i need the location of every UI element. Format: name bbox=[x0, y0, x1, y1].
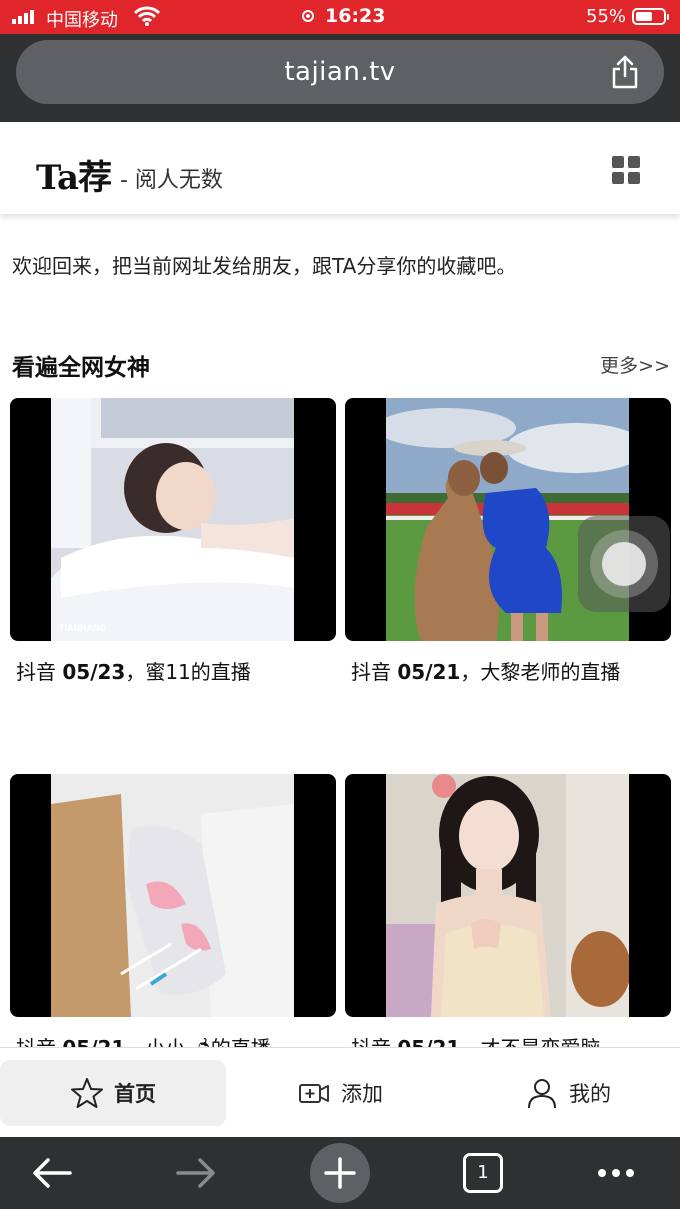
site-logo[interactable]: Ta荐 bbox=[36, 150, 112, 199]
forward-button[interactable] bbox=[170, 1147, 222, 1199]
video-card[interactable]: 抖音 05/21，才不是恋爱脑 bbox=[345, 774, 671, 1060]
share-icon[interactable] bbox=[610, 54, 640, 90]
clock: 16:23 bbox=[325, 5, 386, 27]
screen-recording-icon bbox=[302, 10, 314, 22]
tab-home-label: 首页 bbox=[114, 1082, 156, 1106]
video-thumbnail[interactable] bbox=[10, 774, 336, 1017]
url-text: tajian.tv bbox=[284, 57, 396, 87]
add-video-icon bbox=[299, 1084, 329, 1103]
carrier-name: 中国移动 bbox=[46, 10, 118, 31]
watermark-text: TIANHANG bbox=[59, 623, 107, 633]
section-title: 看遍全网女神 bbox=[12, 355, 150, 381]
forward-arrow-icon bbox=[176, 1158, 215, 1188]
tab-profile-label: 我的 bbox=[569, 1082, 611, 1106]
tab-profile[interactable]: 我的 bbox=[456, 1060, 680, 1126]
welcome-message: 欢迎回来，把当前网址发给朋友，跟TA分享你的收藏吧。 bbox=[12, 254, 517, 278]
assistive-touch-button[interactable] bbox=[578, 516, 670, 612]
more-dots-icon bbox=[598, 1169, 634, 1177]
thumbnail-image bbox=[51, 774, 294, 1017]
plus-icon bbox=[324, 1157, 356, 1189]
star-icon bbox=[71, 1078, 103, 1108]
tabs-count-button[interactable]: 1 bbox=[463, 1153, 503, 1193]
user-icon bbox=[528, 1079, 556, 1109]
more-link[interactable]: 更多>> bbox=[600, 351, 670, 378]
battery-percent: 55% bbox=[586, 6, 627, 27]
back-arrow-icon bbox=[33, 1158, 72, 1188]
tab-home[interactable]: 首页 bbox=[0, 1060, 226, 1126]
back-button[interactable] bbox=[26, 1147, 78, 1199]
tab-add-label: 添加 bbox=[341, 1082, 383, 1106]
wifi-icon bbox=[134, 6, 160, 26]
video-thumbnail[interactable]: TIANHANG bbox=[10, 398, 336, 641]
grid-menu-icon[interactable] bbox=[612, 156, 640, 184]
signal-icon bbox=[12, 10, 34, 24]
video-thumbnail[interactable] bbox=[345, 774, 671, 1017]
app-tab-bar: 首页 添加 我的 bbox=[0, 1047, 680, 1138]
video-card[interactable]: 抖音 05/21，小小🌶的直播 bbox=[10, 774, 336, 1060]
browser-toolbar: 1 bbox=[0, 1137, 680, 1209]
thumbnail-image: TIANHANG bbox=[51, 398, 294, 641]
site-header: Ta荐 - 阅人无数 bbox=[0, 122, 680, 214]
video-caption: 抖音 05/21，大黎老师的直播 bbox=[351, 660, 621, 684]
new-tab-button[interactable] bbox=[310, 1143, 370, 1203]
battery-icon bbox=[632, 8, 669, 25]
video-caption: 抖音 05/23，蜜11的直播 bbox=[16, 660, 251, 684]
thumbnail-image bbox=[386, 774, 629, 1017]
tab-add[interactable]: 添加 bbox=[232, 1060, 448, 1126]
site-tagline: - 阅人无数 bbox=[120, 168, 223, 193]
address-bar[interactable]: tajian.tv bbox=[16, 40, 664, 104]
status-bar: 中国移动 16:23 55% bbox=[0, 0, 680, 34]
more-menu-button[interactable] bbox=[590, 1147, 642, 1199]
browser-address-area: tajian.tv bbox=[0, 34, 680, 122]
video-card[interactable]: TIANHANG 抖音 05/23，蜜11的直播 bbox=[10, 398, 336, 684]
